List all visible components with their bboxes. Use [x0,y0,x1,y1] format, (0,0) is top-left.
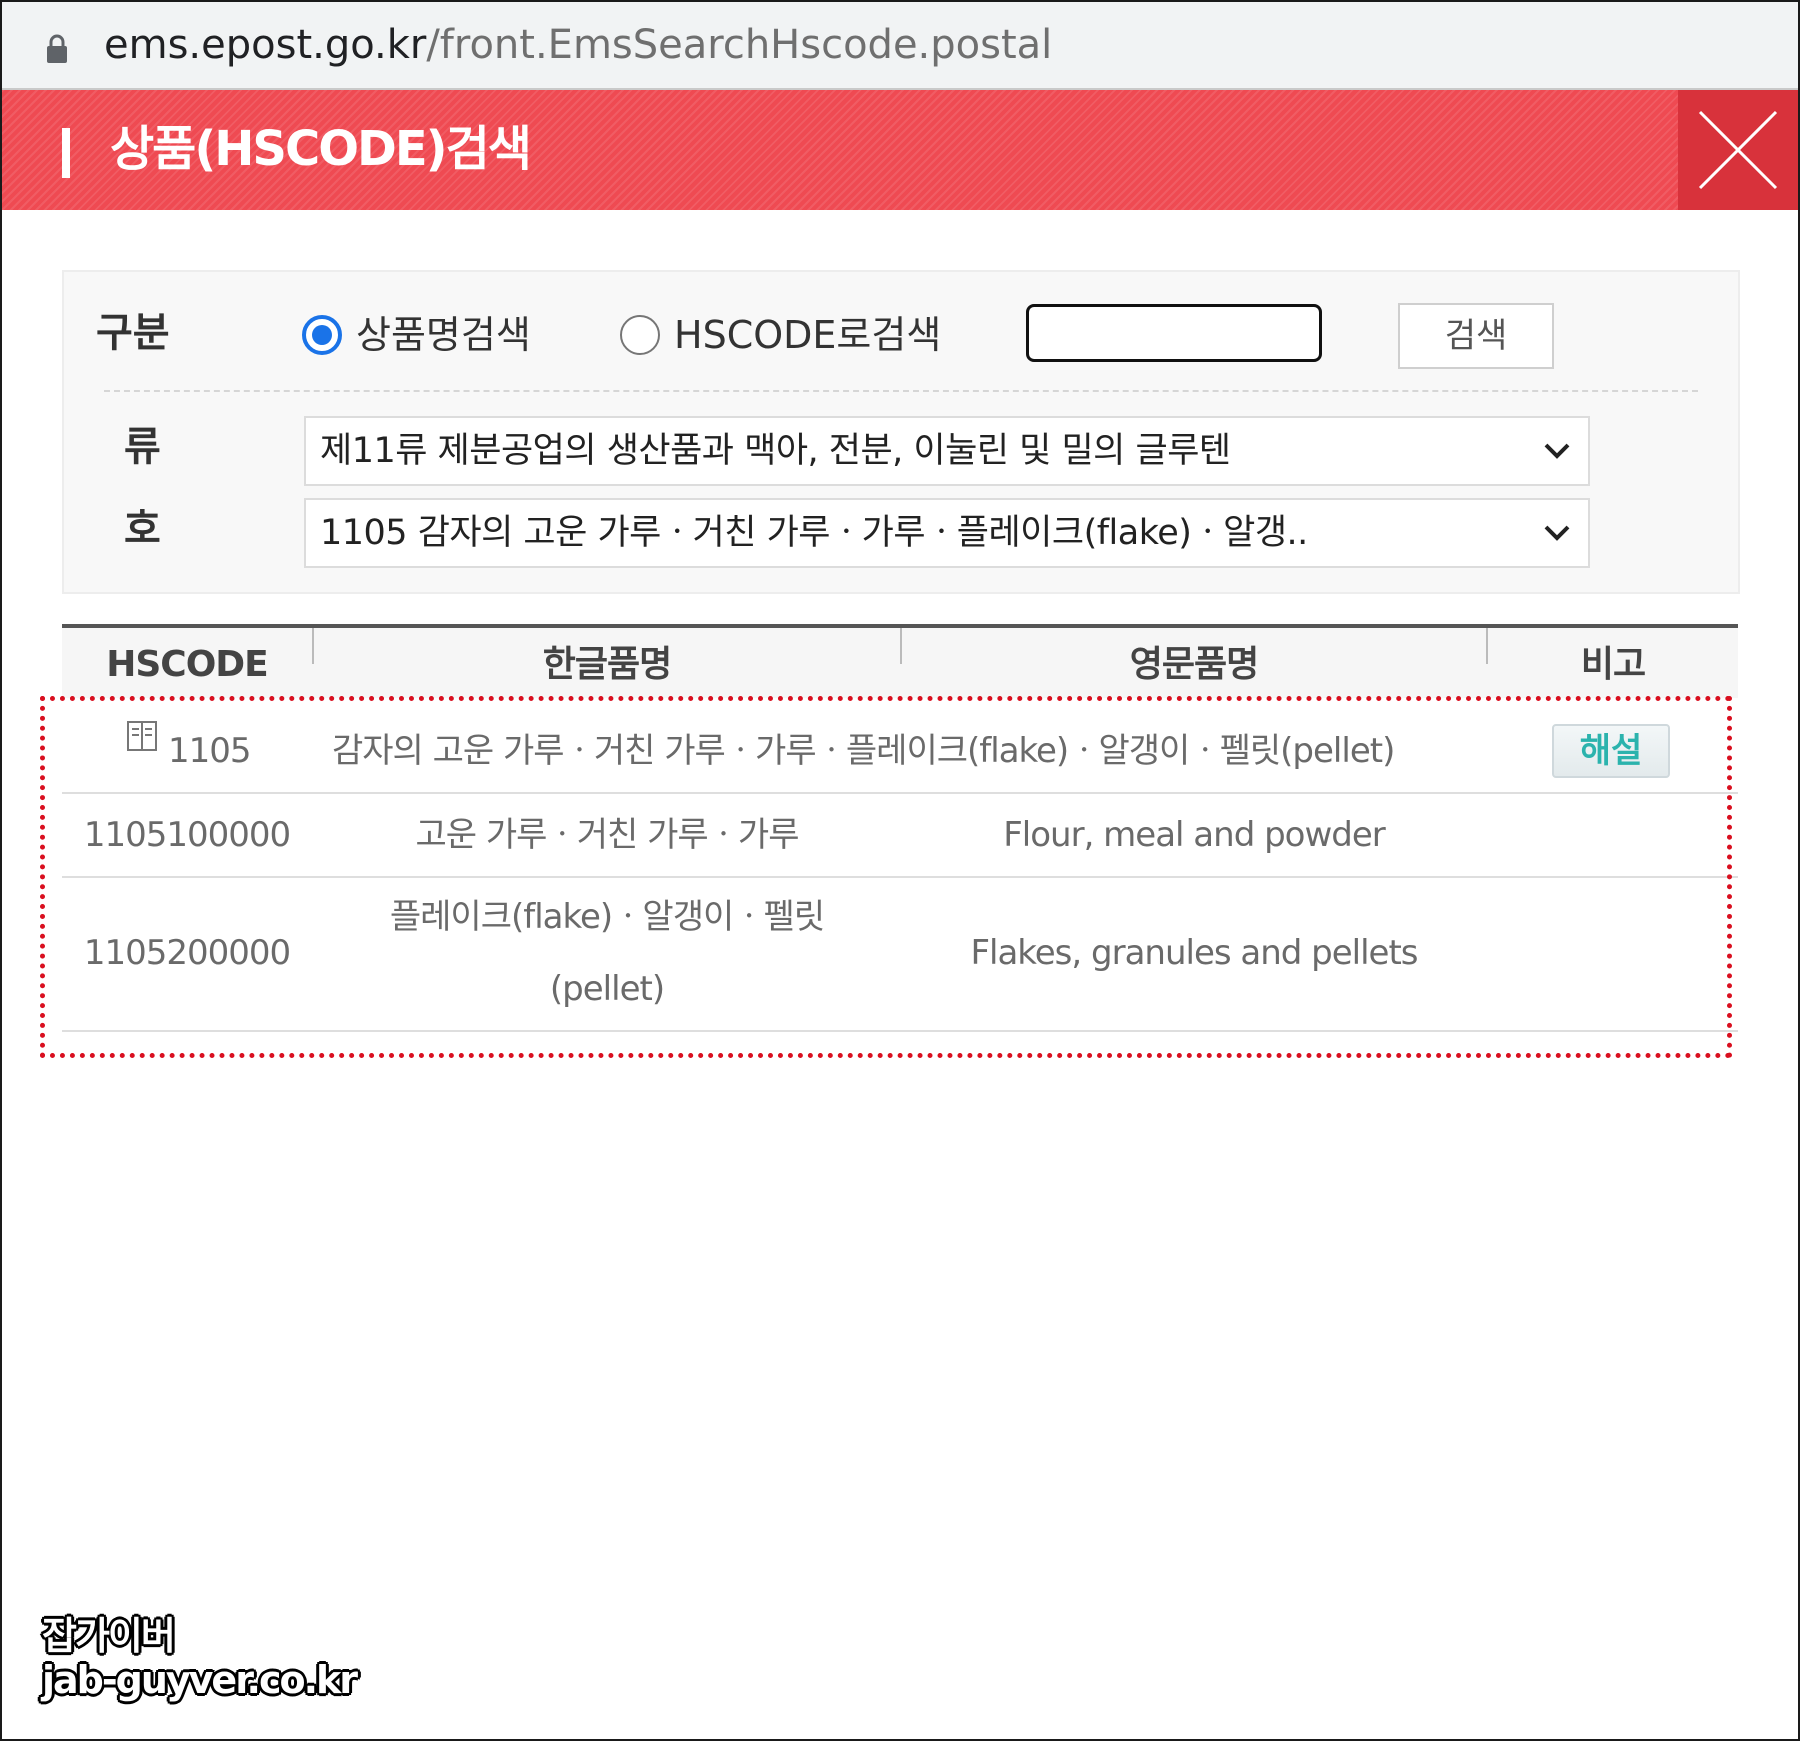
close-icon [1698,110,1778,190]
url-text[interactable]: ems.epost.go.kr/front.EmsSearchHscode.po… [104,20,1052,70]
header-korean-name: 한글품명 [542,644,672,685]
results-table: HSCODE 한글품명 영문품명 비고 1105 감자의 고운 가루ㆍ거친 가루… [62,624,1738,1032]
search-type-label: 구분 [96,310,170,356]
english-name-cell: Flour, meal and powder [1003,815,1386,855]
radio-product-name-circle[interactable] [302,315,342,355]
header-note: 비고 [1580,644,1646,685]
chapter-label: 류 [124,424,161,470]
radio-product-name-search[interactable]: 상품명검색 [302,308,531,362]
table-row[interactable]: 1105200000 플레이크(flake)ㆍ알갱이ㆍ펠릿 (pellet) F… [62,878,1738,1032]
header-hscode: HSCODE [106,644,269,685]
chapter-select-value: 제11류 제분공업의 생산품과 맥아, 전분, 이눌린 및 밀의 글루텐 [320,431,1231,471]
korean-name-cell: 고운 가루ㆍ거친 가루ㆍ가루 [415,815,800,855]
watermark-line2: jab-guyver.co.kr [42,1658,358,1702]
chevron-down-icon [1544,443,1570,459]
heading-select-value: 1105 감자의 고운 가루ㆍ거친 가루ㆍ가루ㆍ플레이크(flake)ㆍ알갱.. [320,513,1308,553]
heading-select[interactable]: 1105 감자의 고운 가루ㆍ거친 가루ㆍ가루ㆍ플레이크(flake)ㆍ알갱.. [304,498,1590,568]
lock-icon [47,34,67,63]
book-icon [127,721,157,751]
table-row[interactable]: 1105100000 고운 가루ㆍ거친 가루ㆍ가루 Flour, meal an… [62,794,1738,878]
browser-address-bar[interactable]: ems.epost.go.kr/front.EmsSearchHscode.po… [2,2,1798,90]
watermark-line1: 잡가이버 [42,1614,176,1658]
heading-label: 호 [124,506,161,552]
korean-name-cell-line2: (pellet) [549,969,665,1009]
table-header: HSCODE 한글품명 영문품명 비고 [62,624,1738,698]
divider [104,390,1698,392]
table-row[interactable]: 1105 감자의 고운 가루ㆍ거친 가루ㆍ가루ㆍ플레이크(flake)ㆍ알갱이ㆍ… [62,710,1738,794]
chapter-select[interactable]: 제11류 제분공업의 생산품과 맥아, 전분, 이눌린 및 밀의 글루텐 [304,416,1590,486]
watermark: 잡가이버 jab-guyver.co.kr [42,1614,358,1702]
header-english-name: 영문품명 [1129,644,1259,685]
title-accent-bar [62,128,70,178]
url-path: /front.EmsSearchHscode.postal [426,22,1053,68]
english-name-cell: Flakes, granules and pellets [970,933,1418,973]
close-button[interactable] [1678,90,1798,210]
chevron-down-icon [1544,525,1570,541]
radio-hscode-circle[interactable] [620,315,660,355]
hscode-cell[interactable]: 1105200000 [62,930,312,976]
radio-product-name-label: 상품명검색 [356,313,531,357]
hscode-cell[interactable]: 1105100000 [62,812,312,858]
dialog-title-bar: 상품(HSCODE)검색 [2,90,1798,210]
commentary-button[interactable]: 해설 [1552,724,1670,778]
korean-name-cell: 감자의 고운 가루ㆍ거친 가루ㆍ가루ㆍ플레이크(flake)ㆍ알갱이ㆍ펠릿(pe… [332,731,1395,771]
search-input[interactable] [1026,304,1322,362]
korean-name-cell-line1: 플레이크(flake)ㆍ알갱이ㆍ펠릿 [389,897,825,937]
search-panel: 구분 상품명검색 HSCODE로검색 검색 류 제11류 제분공업의 생산품과 … [62,270,1740,594]
url-host: ems.epost.go.kr [104,22,427,68]
radio-hscode-label: HSCODE로검색 [674,313,942,357]
radio-hscode-search[interactable]: HSCODE로검색 [620,308,941,362]
screenshot-frame: ems.epost.go.kr/front.EmsSearchHscode.po… [0,0,1800,1741]
search-button[interactable]: 검색 [1398,303,1554,369]
hscode-cell[interactable]: 1105 [168,728,252,774]
dialog-title: 상품(HSCODE)검색 [110,121,532,177]
